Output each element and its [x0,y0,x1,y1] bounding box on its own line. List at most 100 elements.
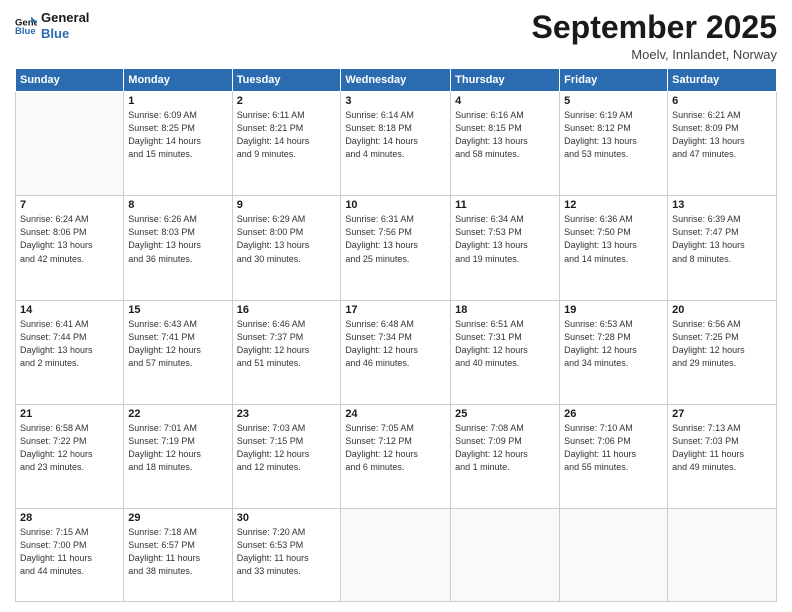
table-row: 30 Sunrise: 7:20 AMSunset: 6:53 PMDayligh… [232,508,341,601]
day-info: Sunrise: 7:01 AMSunset: 7:19 PMDaylight:… [128,422,227,474]
table-row: 28 Sunrise: 7:15 AMSunset: 7:00 PMDayligh… [16,508,124,601]
day-info: Sunrise: 6:29 AMSunset: 8:00 PMDaylight:… [237,213,337,265]
day-info: Sunrise: 6:21 AMSunset: 8:09 PMDaylight:… [672,109,772,161]
day-number: 6 [672,95,772,107]
table-row: 25Sunrise: 7:08 AMSunset: 7:09 PMDayligh… [451,404,560,508]
title-block: September 2025 Moelv, Innlandet, Norway [532,10,777,62]
day-info: Sunrise: 6:14 AMSunset: 8:18 PMDaylight:… [345,109,446,161]
table-row: 29Sunrise: 7:18 AMSunset: 6:57 PMDayligh… [124,508,232,601]
day-number: 14 [20,304,119,316]
day-info: Sunrise: 7:05 AMSunset: 7:12 PMDaylight:… [345,422,446,474]
day-info: Sunrise: 6:53 AMSunset: 7:28 PMDaylight:… [564,318,663,370]
table-row: 27 Sunrise: 7:13 AMSunset: 7:03 PMDayligh… [668,404,777,508]
table-row: 14 Sunrise: 6:41 AMSunset: 7:44 PMDayligh… [16,300,124,404]
day-number: 28 [20,512,119,524]
day-info: Sunrise: 6:56 AMSunset: 7:25 PMDaylight:… [672,318,772,370]
table-row: 23 Sunrise: 7:03 AMSunset: 7:15 PMDayligh… [232,404,341,508]
day-number: 19 [564,304,663,316]
table-row: 1 Sunrise: 6:09 AMSunset: 8:25 PMDaylight… [124,92,232,196]
table-row: 9 Sunrise: 6:29 AMSunset: 8:00 PMDaylight… [232,196,341,300]
day-info: Sunrise: 7:10 AMSunset: 7:06 PMDaylight:… [564,422,663,474]
day-number: 7 [20,199,119,211]
day-number: 15 [128,304,227,316]
day-info: Sunrise: 6:39 AMSunset: 7:47 PMDaylight:… [672,213,772,265]
day-number: 11 [455,199,555,211]
day-number: 12 [564,199,663,211]
day-number: 8 [128,199,227,211]
day-info: Sunrise: 6:46 AMSunset: 7:37 PMDaylight:… [237,318,337,370]
logo-line1: General [41,10,89,26]
col-header-thursday: Thursday [451,69,560,92]
day-number: 22 [128,408,227,420]
table-row: 10 Sunrise: 6:31 AMSunset: 7:56 PMDayligh… [341,196,451,300]
table-row: 8 Sunrise: 6:26 AMSunset: 8:03 PMDaylight… [124,196,232,300]
day-number: 26 [564,408,663,420]
day-info: Sunrise: 6:11 AMSunset: 8:21 PMDaylight:… [237,109,337,161]
table-row: 18 Sunrise: 6:51 AMSunset: 7:31 PMDayligh… [451,300,560,404]
day-number: 21 [20,408,119,420]
day-info: Sunrise: 6:51 AMSunset: 7:31 PMDaylight:… [455,318,555,370]
day-number: 20 [672,304,772,316]
table-row: 2 Sunrise: 6:11 AMSunset: 8:21 PMDaylight… [232,92,341,196]
col-header-friday: Friday [560,69,668,92]
day-number: 10 [345,199,446,211]
table-row: 22 Sunrise: 7:01 AMSunset: 7:19 PMDayligh… [124,404,232,508]
day-info: Sunrise: 6:58 AMSunset: 7:22 PMDaylight:… [20,422,119,474]
table-row: 13 Sunrise: 6:39 AMSunset: 7:47 PMDayligh… [668,196,777,300]
day-info: Sunrise: 6:24 AMSunset: 8:06 PMDaylight:… [20,213,119,265]
day-number: 23 [237,408,337,420]
day-info: Sunrise: 7:13 AMSunset: 7:03 PMDaylight:… [672,422,772,474]
table-row [341,508,451,601]
calendar-header-row: Sunday Monday Tuesday Wednesday Thursday… [16,69,777,92]
svg-text:Blue: Blue [15,26,36,37]
day-info: Sunrise: 7:15 AMSunset: 7:00 PMDaylight:… [20,526,119,578]
table-row: 3 Sunrise: 6:14 AMSunset: 8:18 PMDaylight… [341,92,451,196]
calendar-table: Sunday Monday Tuesday Wednesday Thursday… [15,68,777,602]
day-info: Sunrise: 6:41 AMSunset: 7:44 PMDaylight:… [20,318,119,370]
day-number: 1 [128,95,227,107]
table-row [451,508,560,601]
day-info: Sunrise: 6:19 AMSunset: 8:12 PMDaylight:… [564,109,663,161]
day-number: 9 [237,199,337,211]
table-row: 15 Sunrise: 6:43 AMSunset: 7:41 PMDayligh… [124,300,232,404]
table-row: 20 Sunrise: 6:56 AMSunset: 7:25 PMDayligh… [668,300,777,404]
day-info: Sunrise: 6:26 AMSunset: 8:03 PMDaylight:… [128,213,227,265]
day-number: 18 [455,304,555,316]
day-info: Sunrise: 7:18 AMSunset: 6:57 PMDaylight:… [128,526,227,578]
day-number: 24 [345,408,446,420]
col-header-sunday: Sunday [16,69,124,92]
month-title: September 2025 [532,10,777,45]
logo: General Blue General Blue [15,10,89,41]
table-row [560,508,668,601]
day-number: 2 [237,95,337,107]
table-row: 7 Sunrise: 6:24 AMSunset: 8:06 PMDaylight… [16,196,124,300]
day-info: Sunrise: 7:20 AMSunset: 6:53 PMDaylight:… [237,526,337,578]
table-row [668,508,777,601]
day-number: 16 [237,304,337,316]
day-info: Sunrise: 6:43 AMSunset: 7:41 PMDaylight:… [128,318,227,370]
col-header-monday: Monday [124,69,232,92]
day-info: Sunrise: 6:48 AMSunset: 7:34 PMDaylight:… [345,318,446,370]
location-subtitle: Moelv, Innlandet, Norway [532,47,777,62]
day-info: Sunrise: 7:03 AMSunset: 7:15 PMDaylight:… [237,422,337,474]
logo-line2: Blue [41,26,89,42]
day-number: 27 [672,408,772,420]
table-row: 12 Sunrise: 6:36 AMSunset: 7:50 PMDayligh… [560,196,668,300]
col-header-wednesday: Wednesday [341,69,451,92]
day-number: 30 [237,512,337,524]
table-row: 17Sunrise: 6:48 AMSunset: 7:34 PMDayligh… [341,300,451,404]
day-info: Sunrise: 6:34 AMSunset: 7:53 PMDaylight:… [455,213,555,265]
header: General Blue General Blue September 2025… [15,10,777,62]
col-header-saturday: Saturday [668,69,777,92]
day-info: Sunrise: 6:09 AMSunset: 8:25 PMDaylight:… [128,109,227,161]
logo-icon: General Blue [15,15,37,37]
table-row: 16 Sunrise: 6:46 AMSunset: 7:37 PMDayligh… [232,300,341,404]
day-info: Sunrise: 6:36 AMSunset: 7:50 PMDaylight:… [564,213,663,265]
day-number: 5 [564,95,663,107]
page: General Blue General Blue September 2025… [0,0,792,612]
table-row: 4Sunrise: 6:16 AMSunset: 8:15 PMDaylight… [451,92,560,196]
day-info: Sunrise: 6:31 AMSunset: 7:56 PMDaylight:… [345,213,446,265]
day-number: 3 [345,95,446,107]
calendar-body: 1 Sunrise: 6:09 AMSunset: 8:25 PMDaylight… [16,92,777,602]
day-number: 13 [672,199,772,211]
